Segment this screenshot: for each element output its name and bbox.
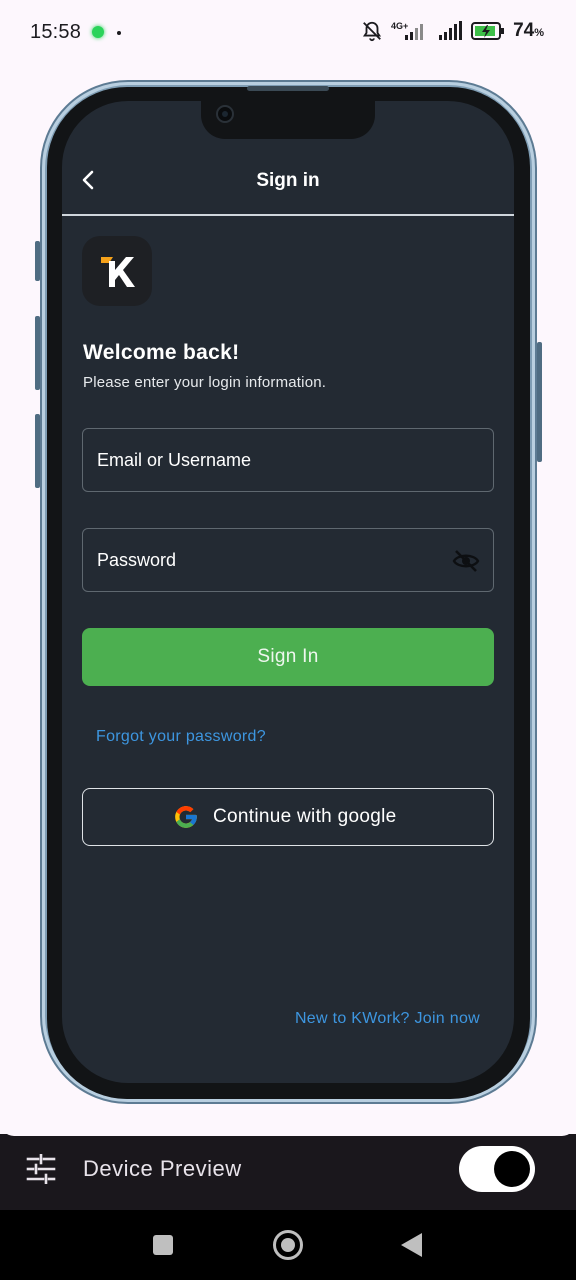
recents-square-icon[interactable] bbox=[153, 1235, 173, 1255]
email-field[interactable]: Email or Username bbox=[82, 428, 494, 492]
app-logo bbox=[82, 236, 152, 306]
more-notifications-icon bbox=[117, 31, 121, 35]
side-button-action bbox=[35, 241, 40, 281]
forgot-password-link[interactable]: Forgot your password? bbox=[96, 728, 266, 746]
join-now-link[interactable]: New to KWork? Join now bbox=[295, 1010, 480, 1028]
side-button-power bbox=[537, 342, 542, 462]
google-icon bbox=[175, 806, 197, 828]
google-button-label: Continue with google bbox=[213, 806, 397, 827]
page-title: Sign in bbox=[256, 170, 320, 191]
side-button-volume-up bbox=[35, 316, 40, 390]
device-preview-toggle[interactable] bbox=[459, 1146, 535, 1192]
battery-charging-icon bbox=[471, 22, 505, 40]
toggle-knob bbox=[494, 1151, 530, 1187]
phone-speaker bbox=[247, 86, 329, 91]
notification-dot-icon bbox=[92, 26, 104, 38]
signal-icon bbox=[439, 21, 463, 40]
system-nav-bar bbox=[0, 1210, 576, 1280]
home-circle-icon[interactable] bbox=[273, 1230, 303, 1260]
welcome-subtitle: Please enter your login information. bbox=[83, 374, 327, 391]
google-button-content: Continue with google bbox=[173, 804, 396, 830]
silent-bell-icon bbox=[363, 21, 382, 42]
tune-settings-icon[interactable] bbox=[26, 1154, 56, 1184]
back-triangle-icon[interactable] bbox=[401, 1233, 422, 1257]
welcome-heading: Welcome back! bbox=[83, 341, 240, 364]
continue-with-google-button[interactable]: Continue with google bbox=[82, 788, 494, 846]
side-button-volume-down bbox=[35, 414, 40, 488]
status-bar: 15:58 4G+ 74% bbox=[0, 0, 576, 64]
preview-sheet-bottom bbox=[0, 1104, 576, 1136]
signal-4g-icon: 4G+ bbox=[391, 21, 424, 40]
front-camera-icon bbox=[216, 105, 234, 123]
password-field[interactable]: Password bbox=[82, 528, 494, 592]
battery-unit: % bbox=[534, 27, 544, 39]
battery-percent: 74% bbox=[513, 20, 544, 42]
kwork-logo-icon bbox=[101, 257, 135, 287]
app-screen: Sign in Welcome back! Please enter your … bbox=[62, 101, 514, 1083]
battery-value: 74 bbox=[513, 20, 535, 41]
email-placeholder: Email or Username bbox=[97, 450, 252, 470]
visibility-off-icon[interactable] bbox=[452, 548, 480, 574]
sign-in-button[interactable]: Sign In bbox=[82, 628, 494, 686]
appbar-divider bbox=[62, 214, 514, 216]
status-icons: 4G+ 74% bbox=[361, 20, 544, 42]
device-preview-label: Device Preview bbox=[83, 1156, 242, 1181]
status-time: 15:58 bbox=[30, 21, 82, 43]
network-label: 4G+ bbox=[391, 21, 408, 31]
password-placeholder: Password bbox=[97, 550, 177, 570]
